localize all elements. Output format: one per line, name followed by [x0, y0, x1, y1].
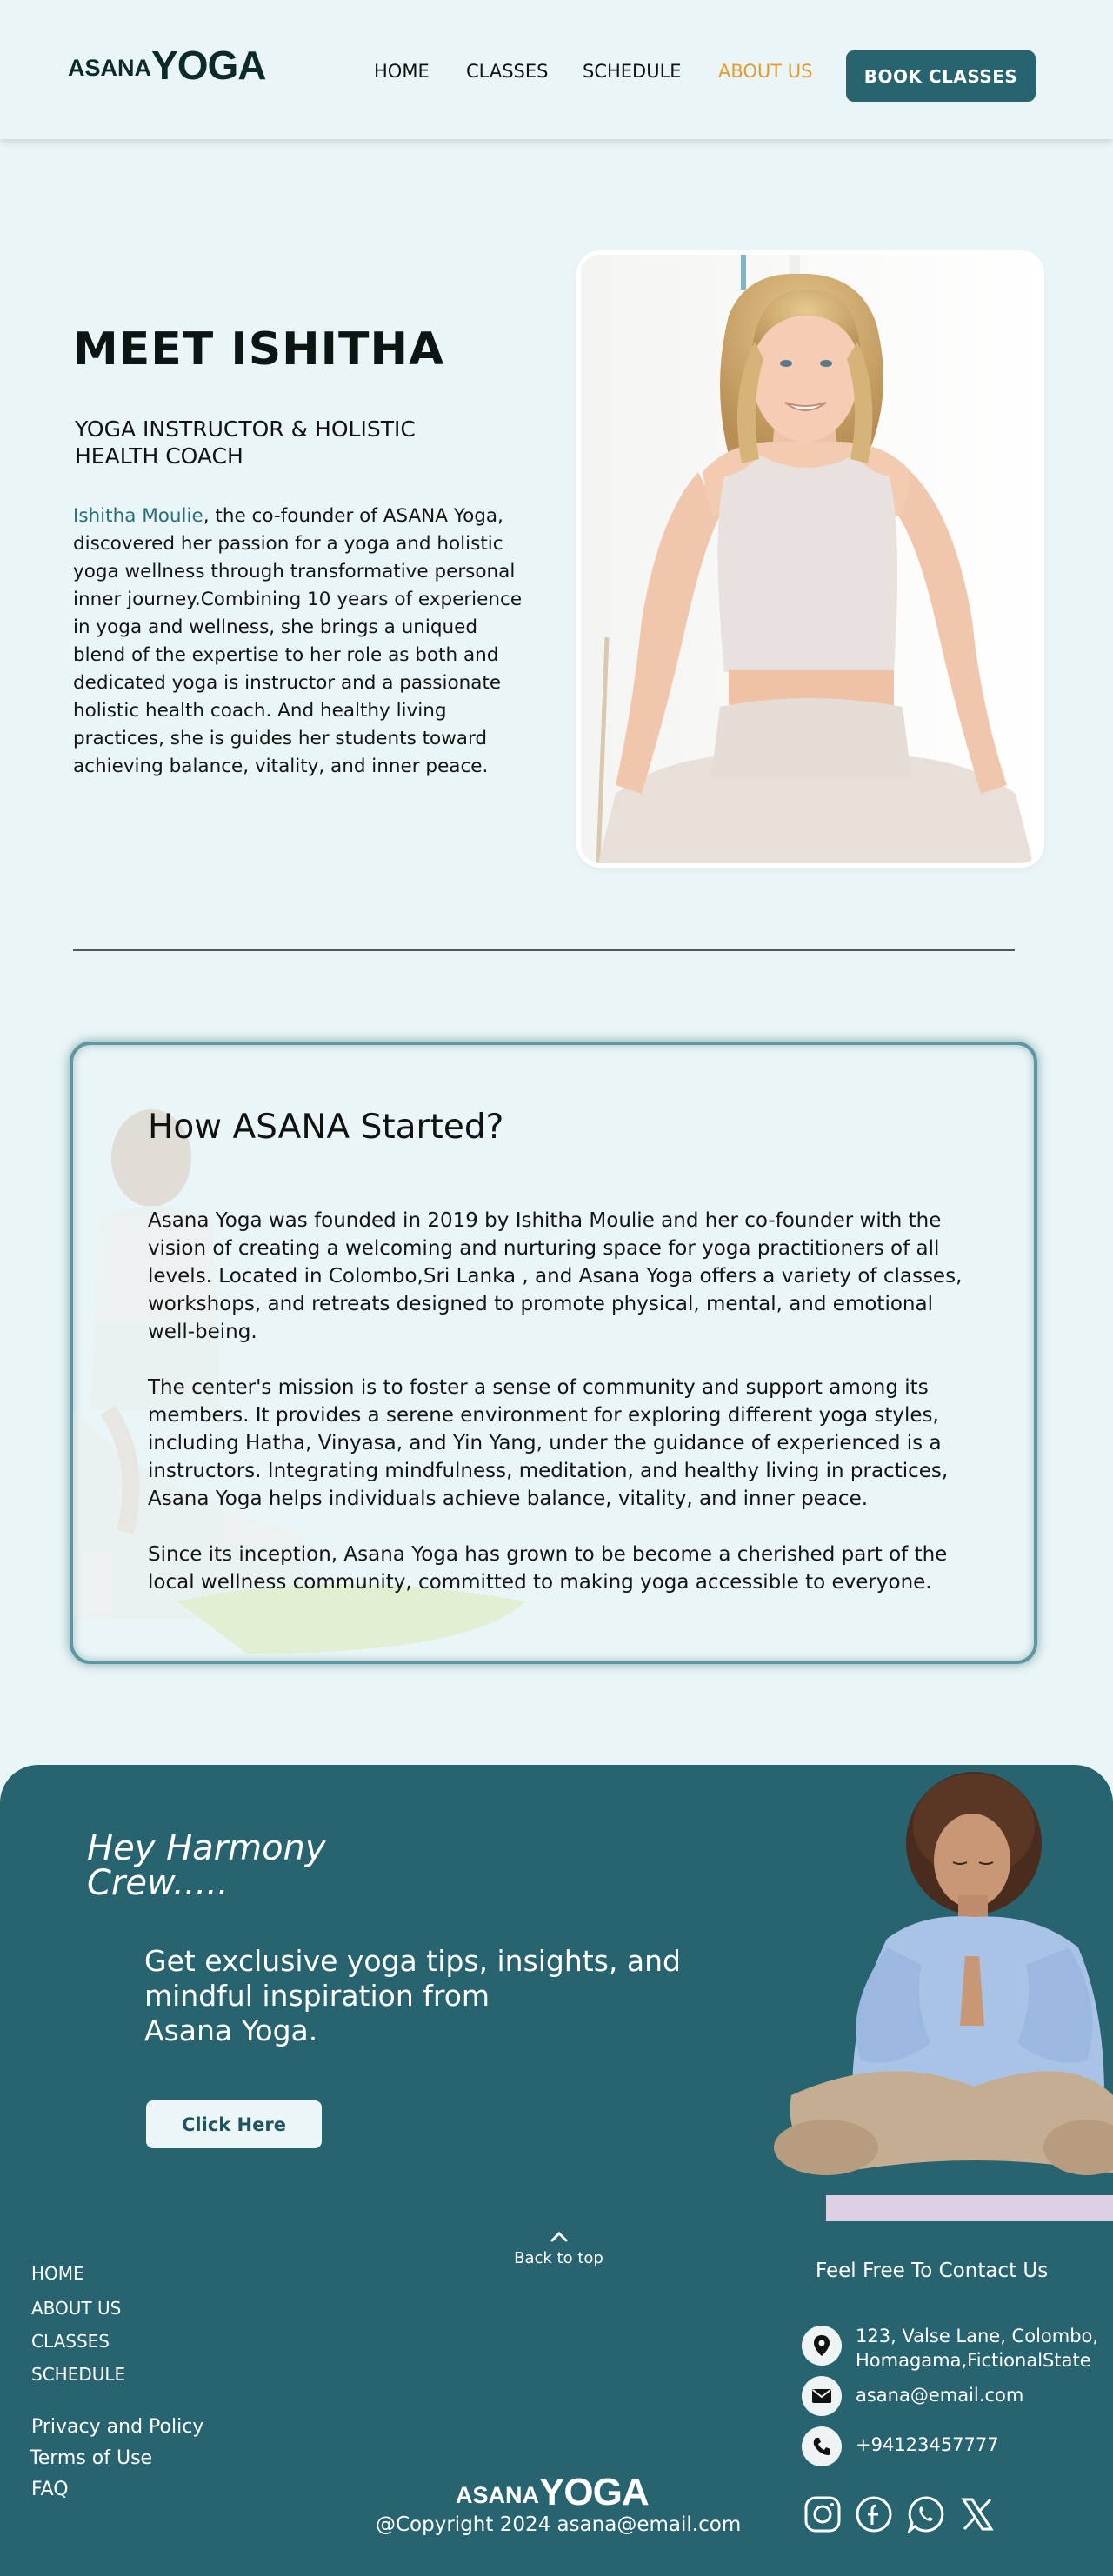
greeting-line: Hey Harmony	[87, 1828, 326, 1868]
nav-schedule[interactable]: SCHEDULE	[583, 61, 682, 82]
logo-big-text: YOGA	[151, 43, 266, 88]
contact-title: Feel Free To Contact Us	[816, 2260, 1049, 2282]
whatsapp-icon[interactable]	[907, 2495, 945, 2533]
chevron-up-icon	[550, 2231, 567, 2242]
phone-icon	[802, 2426, 842, 2466]
contact-email[interactable]: asana@email.com	[856, 2383, 1023, 2407]
tips-line: Get exclusive yoga tips, insights, and	[144, 1944, 681, 1978]
instagram-icon[interactable]	[803, 2495, 842, 2533]
facebook-icon[interactable]	[855, 2495, 893, 2533]
section-divider	[73, 949, 1015, 951]
meet-subtitle: YOGA INSTRUCTOR & HOLISTIC HEALTH COACH	[75, 416, 416, 469]
email-icon	[802, 2376, 842, 2416]
back-to-top-button[interactable]: Back to top	[513, 2230, 604, 2267]
click-here-button[interactable]: Click Here	[146, 2100, 322, 2148]
tips-line: mindful inspiration from	[144, 1979, 490, 2013]
contact-phone[interactable]: +94123457777	[856, 2433, 999, 2457]
footer-link-faq[interactable]: FAQ	[31, 2479, 69, 2500]
footer-link-privacy[interactable]: Privacy and Policy	[31, 2416, 203, 2438]
footer-link-terms[interactable]: Terms of Use	[30, 2447, 152, 2469]
meet-title: MEET ISHITHA	[73, 323, 445, 376]
x-icon[interactable]	[958, 2495, 996, 2533]
logo-small-text: ASANA	[68, 55, 152, 81]
story-card: How ASANA Started? Asana Yoga was founde…	[70, 1042, 1037, 1664]
site-header: ASANA YOGA HOME CLASSES SCHEDULE ABOUT U…	[0, 0, 1113, 139]
footer-logo[interactable]: ASANA YOGA	[456, 2471, 650, 2513]
instructor-illustration	[581, 255, 1040, 863]
copyright-text: @Copyright 2024 asana@email.com	[376, 2513, 742, 2536]
greeting-line: Crew.....	[87, 1863, 229, 1903]
newsletter-greeting: Hey Harmony Crew.....	[87, 1831, 326, 1900]
bio-text: , the co-founder of ASANA Yoga, discover…	[73, 505, 523, 777]
back-to-top-label: Back to top	[514, 2249, 603, 2267]
footer-link-schedule[interactable]: SCHEDULE	[31, 2364, 125, 2385]
story-title: How ASANA Started?	[148, 1108, 504, 1147]
story-paragraph: The center's mission is to foster a sens…	[148, 1376, 949, 1510]
address-line: 123, Valse Lane, Colombo,	[856, 2326, 1099, 2346]
site-footer: HOME ABOUT US CLASSES SCHEDULE Privacy a…	[0, 2221, 1113, 2576]
footer-logo-small: ASANA	[456, 2482, 540, 2508]
story-paragraph: Since its inception, Asana Yoga has grow…	[148, 1543, 948, 1594]
book-classes-button[interactable]: BOOK CLASSES	[846, 50, 1036, 102]
location-icon	[802, 2326, 842, 2366]
meet-bio: Ishitha Moulie, the co-founder of ASANA …	[73, 503, 525, 781]
story-paragraph: Asana Yoga was founded in 2019 by Ishith…	[148, 1209, 963, 1343]
tips-line: Asana Yoga.	[144, 2014, 318, 2047]
address-line: Homagama,FictionalState	[856, 2350, 1091, 2371]
nav-about-us[interactable]: ABOUT US	[718, 61, 813, 82]
footer-link-about[interactable]: ABOUT US	[31, 2298, 121, 2319]
nav-home[interactable]: HOME	[374, 61, 430, 82]
footer-link-home[interactable]: HOME	[31, 2263, 84, 2284]
nav-classes[interactable]: CLASSES	[466, 61, 548, 82]
story-body: Asana Yoga was founded in 2019 by Ishith…	[148, 1207, 983, 1624]
instructor-photo	[581, 255, 1040, 863]
bio-name: Ishitha Moulie	[73, 505, 203, 527]
footer-link-classes[interactable]: CLASSES	[31, 2331, 110, 2352]
meditating-woman-image	[774, 1772, 1113, 2221]
site-logo[interactable]: ASANA YOGA	[68, 43, 266, 88]
newsletter-description: Get exclusive yoga tips, insights, and m…	[144, 1944, 753, 2048]
footer-logo-big: YOGA	[539, 2471, 650, 2513]
newsletter-section: Hey Harmony Crew..... Get exclusive yoga…	[0, 1765, 1113, 2221]
